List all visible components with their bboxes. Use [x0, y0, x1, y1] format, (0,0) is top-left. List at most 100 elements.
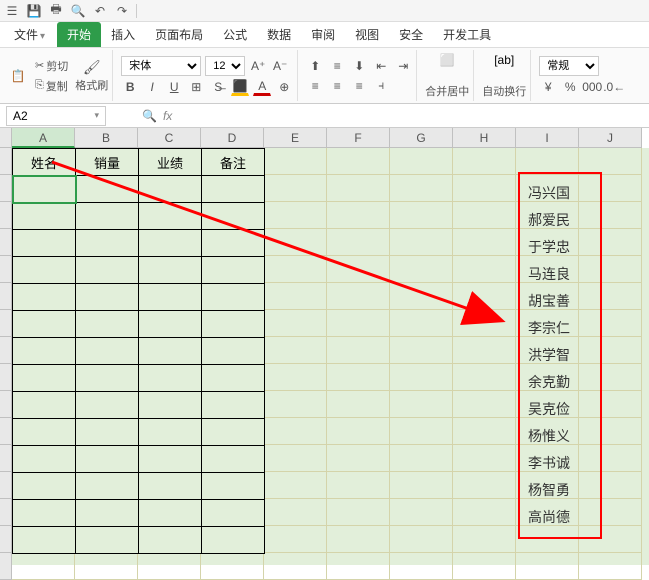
table-cell[interactable]	[202, 311, 265, 338]
cell[interactable]	[390, 283, 453, 310]
align-bottom-icon[interactable]: ⬇	[350, 57, 368, 75]
table-cell[interactable]	[13, 365, 76, 392]
cell[interactable]	[390, 202, 453, 229]
cell[interactable]	[453, 391, 516, 418]
comma-icon[interactable]: 000	[583, 78, 601, 96]
row-header[interactable]	[0, 499, 12, 526]
indent-decrease-icon[interactable]: ⇤	[372, 57, 390, 75]
cell[interactable]	[453, 229, 516, 256]
cell[interactable]	[453, 283, 516, 310]
row-header[interactable]	[0, 229, 12, 256]
cell[interactable]	[264, 175, 327, 202]
cell[interactable]	[390, 499, 453, 526]
align-top-icon[interactable]: ⬆	[306, 57, 324, 75]
merge-center-icon[interactable]: ⬜	[433, 53, 461, 81]
increase-font-icon[interactable]: A⁺	[249, 57, 267, 75]
table-cell[interactable]: 姓名	[13, 149, 76, 176]
cell[interactable]	[453, 418, 516, 445]
row-header[interactable]	[0, 148, 12, 175]
border-icon[interactable]: ⊞	[187, 78, 205, 96]
table-cell[interactable]	[13, 203, 76, 230]
table-cell[interactable]	[202, 203, 265, 230]
row-header[interactable]	[0, 526, 12, 553]
cell[interactable]	[327, 445, 390, 472]
cell[interactable]	[327, 229, 390, 256]
table-cell[interactable]	[76, 473, 139, 500]
cell[interactable]	[453, 148, 516, 175]
table-cell[interactable]	[139, 338, 202, 365]
format-painter-icon[interactable]: 🖌	[83, 58, 101, 76]
table-cell[interactable]: 业绩	[139, 149, 202, 176]
align-right-icon[interactable]: ≡	[350, 77, 368, 95]
cell[interactable]	[264, 391, 327, 418]
table-cell[interactable]	[139, 527, 202, 554]
tab-developer[interactable]: 开发工具	[433, 22, 501, 47]
cell[interactable]	[390, 364, 453, 391]
table-cell[interactable]	[139, 446, 202, 473]
row-header[interactable]	[0, 283, 12, 310]
cell[interactable]	[327, 553, 390, 580]
fill-color-icon[interactable]: ⬛	[231, 78, 249, 96]
cell[interactable]	[453, 364, 516, 391]
cell[interactable]	[327, 310, 390, 337]
cell[interactable]	[264, 310, 327, 337]
cell[interactable]	[390, 229, 453, 256]
tab-review[interactable]: 审阅	[301, 22, 345, 47]
col-header-J[interactable]: J	[579, 128, 642, 148]
table-cell[interactable]	[76, 365, 139, 392]
align-middle-icon[interactable]: ≡	[328, 57, 346, 75]
table-cell[interactable]	[139, 419, 202, 446]
table-cell[interactable]	[13, 392, 76, 419]
cell[interactable]	[453, 553, 516, 580]
cell[interactable]	[12, 553, 75, 580]
table-cell[interactable]	[76, 392, 139, 419]
col-header-H[interactable]: H	[453, 128, 516, 148]
cell[interactable]	[453, 310, 516, 337]
table-cell[interactable]	[13, 338, 76, 365]
cell[interactable]	[327, 418, 390, 445]
table-cell[interactable]: 销量	[76, 149, 139, 176]
cell[interactable]	[264, 472, 327, 499]
table-cell[interactable]	[13, 311, 76, 338]
cell[interactable]	[390, 391, 453, 418]
table-cell[interactable]	[13, 473, 76, 500]
cell[interactable]	[390, 337, 453, 364]
table-cell[interactable]	[76, 419, 139, 446]
cell[interactable]	[453, 445, 516, 472]
cell[interactable]	[390, 553, 453, 580]
cell[interactable]	[390, 175, 453, 202]
col-header-G[interactable]: G	[390, 128, 453, 148]
cell[interactable]	[516, 148, 579, 175]
strikethrough-icon[interactable]: S̶	[209, 78, 227, 96]
font-color-icon[interactable]: A	[253, 78, 271, 96]
phonetic-icon[interactable]: ⊕	[275, 78, 293, 96]
col-header-F[interactable]: F	[327, 128, 390, 148]
tab-view[interactable]: 视图	[345, 22, 389, 47]
cell[interactable]	[327, 256, 390, 283]
table-cell[interactable]	[13, 257, 76, 284]
table-cell[interactable]	[13, 527, 76, 554]
cell[interactable]	[138, 553, 201, 580]
table-cell[interactable]	[13, 284, 76, 311]
table-cell[interactable]	[76, 311, 139, 338]
cell[interactable]	[264, 256, 327, 283]
table-cell[interactable]	[76, 500, 139, 527]
save-icon[interactable]: 💾	[26, 3, 42, 19]
font-size-select[interactable]: 12	[205, 56, 245, 76]
cell[interactable]	[390, 148, 453, 175]
select-all-corner[interactable]	[0, 128, 12, 148]
table-cell[interactable]	[202, 365, 265, 392]
table-cell[interactable]	[139, 473, 202, 500]
table-cell[interactable]	[202, 257, 265, 284]
cell[interactable]	[453, 202, 516, 229]
distribute-icon[interactable]: ⫞	[372, 77, 390, 95]
cell[interactable]	[264, 148, 327, 175]
table-cell[interactable]	[13, 419, 76, 446]
cell[interactable]	[327, 364, 390, 391]
row-header[interactable]	[0, 445, 12, 472]
table-cell[interactable]	[202, 473, 265, 500]
cell[interactable]	[264, 553, 327, 580]
cell[interactable]	[327, 472, 390, 499]
table-cell[interactable]	[139, 230, 202, 257]
tab-insert[interactable]: 插入	[101, 22, 145, 47]
